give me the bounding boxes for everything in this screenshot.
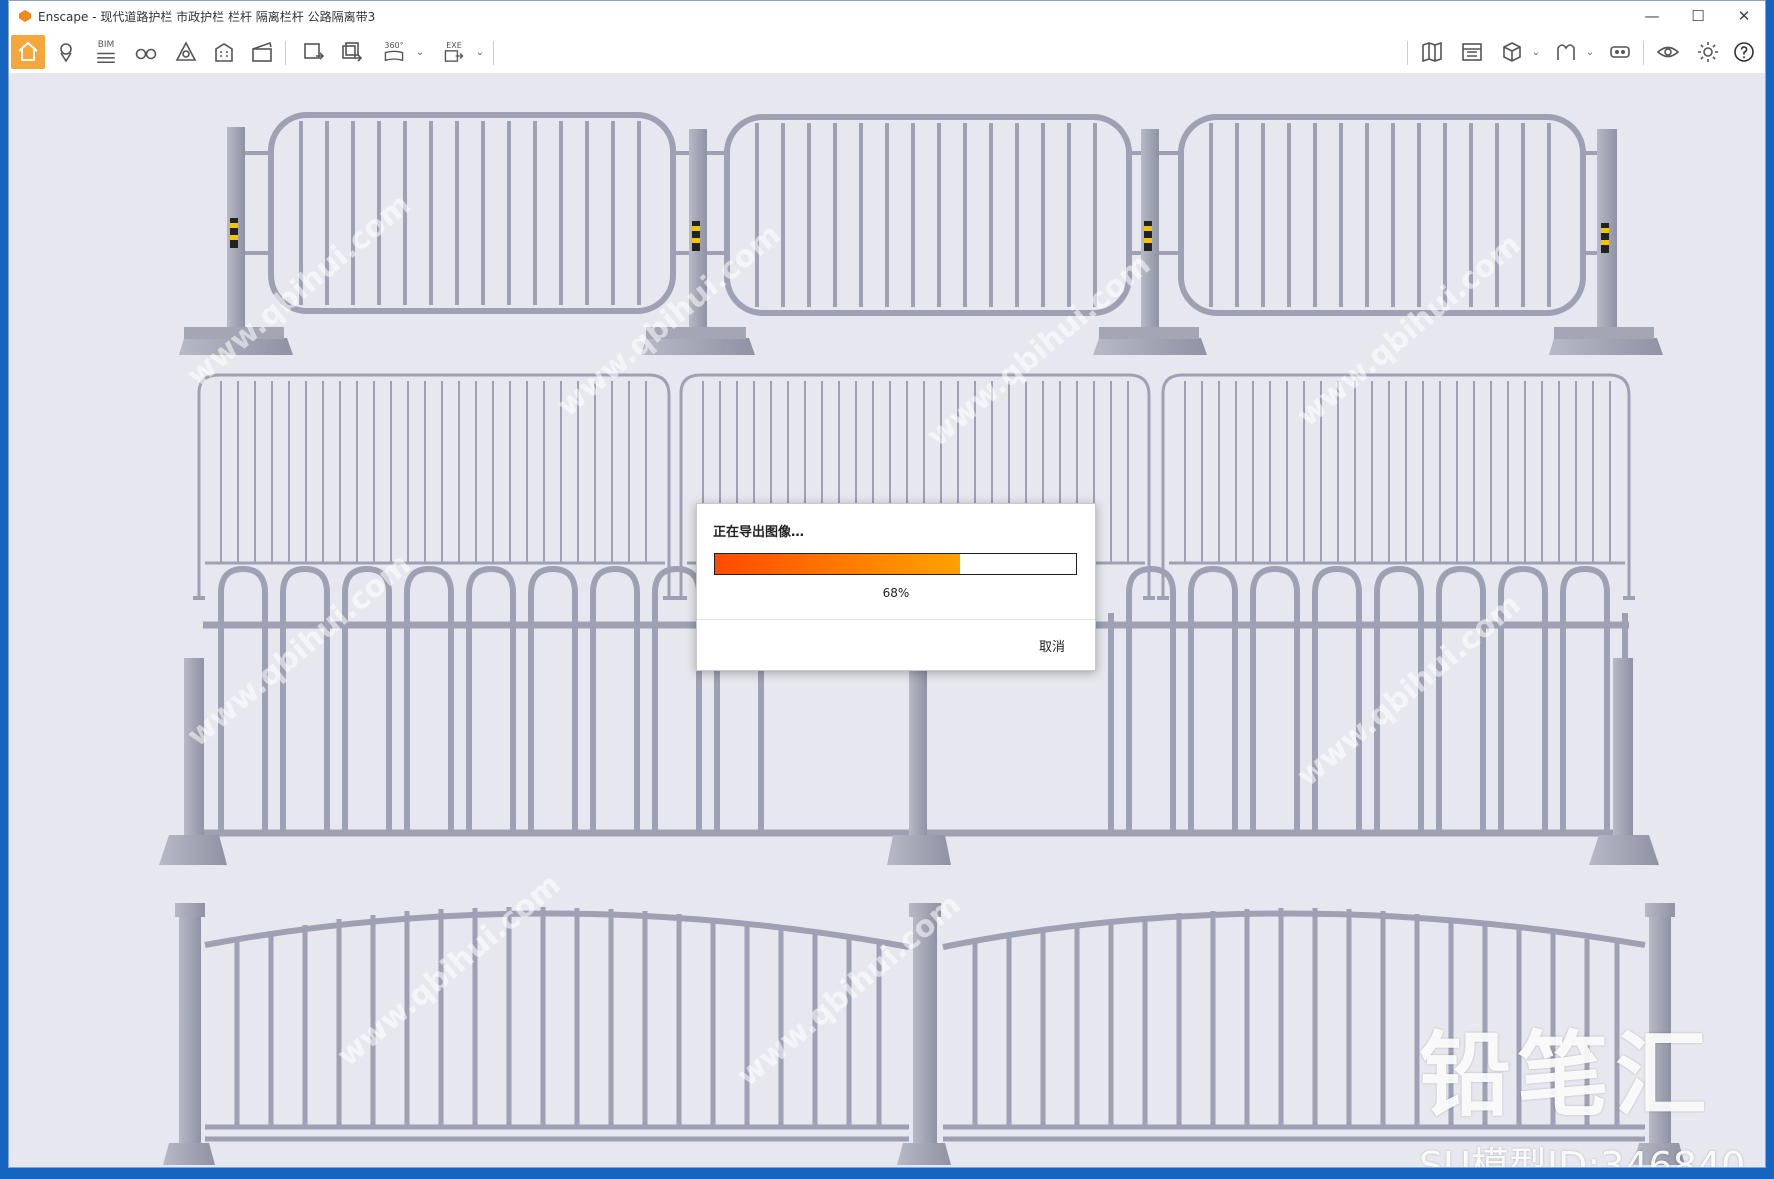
visual-settings-icon[interactable] [169, 35, 203, 69]
toolbar: BIM 360° ⌄ EXE ⌄ ⌄ ⌄ [9, 31, 1765, 97]
dialog-divider [697, 619, 1095, 620]
bim-icon[interactable]: BIM [89, 35, 123, 69]
maximize-button[interactable]: ☐ [1675, 1, 1721, 31]
hazard-stripes [230, 218, 1609, 253]
settings-gear-icon[interactable] [1691, 35, 1725, 69]
toolbar-divider [285, 41, 286, 65]
clapper-icon[interactable] [245, 35, 279, 69]
panorama-label: 360° [384, 41, 404, 50]
progress-bar [714, 553, 1077, 575]
toolbar-divider [1643, 41, 1644, 65]
brand-watermark: 铅笔汇 [1419, 1022, 1714, 1129]
eye-icon[interactable] [1651, 35, 1685, 69]
barrier-row-1 [179, 112, 1663, 355]
screenshot-export-icon[interactable] [297, 35, 331, 69]
bim-label: BIM [97, 39, 115, 50]
cancel-button[interactable]: 取消 [1039, 636, 1065, 655]
panorama-export-icon[interactable]: 360° [377, 35, 411, 69]
location-pin-icon[interactable] [49, 35, 83, 69]
building-icon[interactable] [207, 35, 241, 69]
window-title: Enscape - 现代道路护栏 市政护栏 栏杆 隔离栏杆 公路隔离带3 [38, 9, 376, 24]
dialog-title: 正在导出图像… [713, 525, 805, 540]
batch-export-icon[interactable] [335, 35, 369, 69]
home-icon[interactable] [11, 35, 45, 69]
title-bar: Enscape - 现代道路护栏 市政护栏 栏杆 隔离栏杆 公路隔离带3 — ☐… [9, 1, 1765, 31]
enscape-window: Enscape - 现代道路护栏 市政护栏 栏杆 隔离栏杆 公路隔离带3 — ☐… [8, 0, 1766, 1168]
barrier-post [179, 127, 1663, 355]
model-id-watermark: SU模型ID:346840 [1419, 1144, 1746, 1167]
export-progress-dialog: 正在导出图像… 68% 取消 [696, 503, 1096, 671]
exe-export-icon[interactable]: EXE [437, 35, 471, 69]
enscape-logo-icon [19, 10, 31, 22]
material-dropdown-chevron-icon[interactable]: ⌄ [1583, 35, 1597, 69]
exe-dropdown-chevron-icon[interactable]: ⌄ [473, 35, 487, 69]
toolbar-divider [493, 41, 494, 65]
asset-library-icon[interactable] [1455, 35, 1489, 69]
cube-view-icon[interactable] [1495, 35, 1529, 69]
vr-headset-icon[interactable] [1603, 35, 1637, 69]
minimize-button[interactable]: — [1629, 1, 1675, 31]
exe-label: EXE [446, 41, 462, 50]
binoculars-icon[interactable] [129, 35, 163, 69]
progress-percent: 68% [882, 586, 910, 600]
panorama-dropdown-chevron-icon[interactable]: ⌄ [413, 35, 427, 69]
progress-bar-fill [715, 554, 961, 574]
map-icon[interactable] [1415, 35, 1449, 69]
material-editor-icon[interactable] [1549, 35, 1583, 69]
close-button[interactable]: ✕ [1721, 1, 1765, 31]
help-icon[interactable] [1727, 35, 1761, 69]
toolbar-divider [1407, 41, 1408, 65]
cube-dropdown-chevron-icon[interactable]: ⌄ [1529, 35, 1543, 69]
